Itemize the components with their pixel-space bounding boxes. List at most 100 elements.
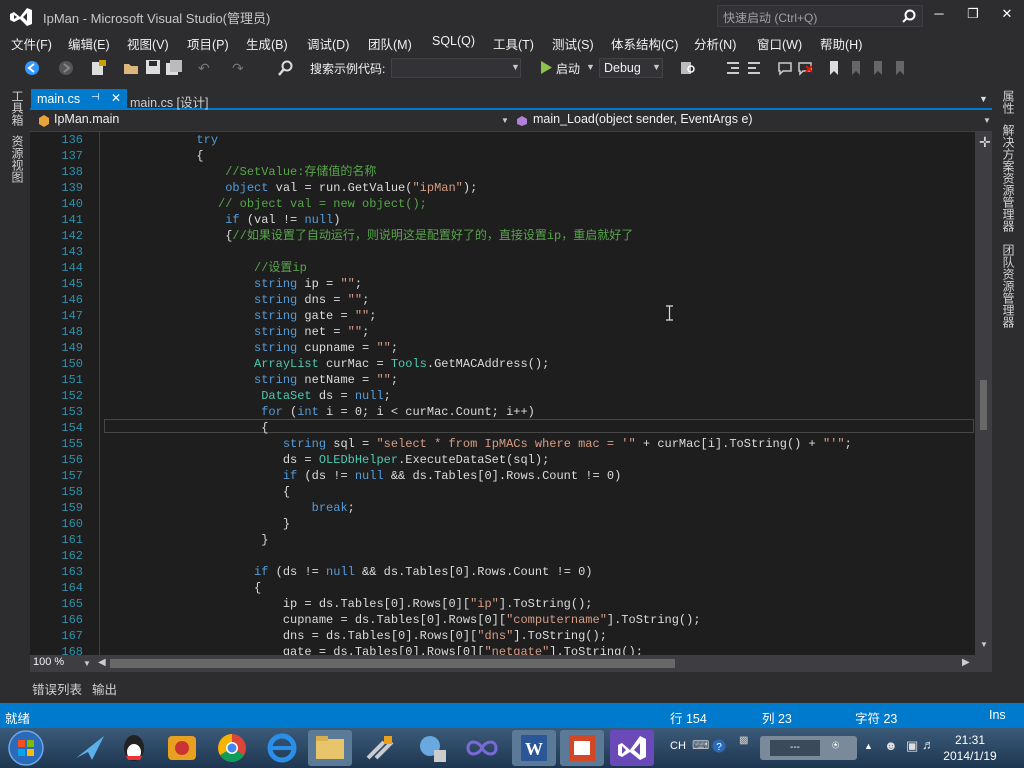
chevron-down-icon[interactable]: ▼ [586,62,595,78]
restore-icon[interactable]: ❐ [962,6,984,24]
chevron-down-icon[interactable]: ▼ [511,62,520,78]
open-file-icon[interactable] [123,60,139,76]
menu-build[interactable]: 生成(B) [246,34,288,53]
toolbox-tab[interactable]: 工具箱 [9,90,26,126]
menu-debug[interactable]: 调试(D) [307,34,349,53]
uncomment-icon[interactable] [797,60,813,76]
powerpoint-icon[interactable] [560,730,604,766]
redo-icon[interactable]: ↷ [232,60,244,76]
start-button-icon[interactable] [6,729,46,767]
code-line[interactable]: DataSet ds = null; [110,388,391,404]
code-line[interactable]: ArrayList curMac = Tools.GetMACAddress()… [110,356,549,372]
code-line[interactable]: ds = OLEDbHelper.ExecuteDataSet(sql); [110,452,549,468]
menu-view[interactable]: 视图(V) [127,34,169,53]
save-all-icon[interactable] [166,60,182,76]
code-line[interactable]: try [110,132,218,148]
code-line[interactable]: string ip = ""; [110,276,362,292]
code-line[interactable]: dns = ds.Tables[0].Rows[0]["dns"].ToStri… [110,628,607,644]
code-line[interactable]: if (val != null) [110,212,340,228]
scroll-right-icon[interactable]: ▶ [962,657,970,668]
app-icon[interactable] [160,730,204,766]
class-dropdown[interactable]: IpMan.main [54,112,504,131]
qq-app-icon[interactable] [112,730,156,766]
forward-icon[interactable] [58,60,74,76]
bookmark-icon[interactable] [829,61,839,75]
file-explorer-icon[interactable] [308,730,352,766]
chevron-down-icon[interactable]: ▼ [652,62,661,78]
code-line[interactable]: for (int i = 0; i < curMac.Count; i++) [110,404,535,420]
code-line[interactable]: ip = ds.Tables[0].Rows[0]["ip"].ToString… [110,596,593,612]
prev-bookmark-icon[interactable] [850,61,864,75]
menu-architecture[interactable]: 体系结构(C) [611,34,678,53]
input-language[interactable]: CH [670,740,686,752]
code-line[interactable]: if (ds != null && ds.Tables[0].Rows.Coun… [110,468,621,484]
split-icon[interactable]: ✛ [979,134,991,151]
start-button[interactable]: 启动 [556,60,580,76]
power-plug-icon[interactable]: ⍟ [832,738,839,753]
code-line[interactable]: } [110,532,268,548]
clear-bookmarks-icon[interactable] [894,61,908,75]
solution-explorer-tab[interactable]: 解决方案资源管理器 [1000,124,1017,232]
code-line[interactable]: string netName = ""; [110,372,398,388]
code-line[interactable]: //SetValue:存储值的名称 [110,164,376,180]
menu-tools[interactable]: 工具(T) [493,34,534,53]
code-line[interactable]: { [110,580,261,596]
tab-overflow-icon[interactable]: ▼ [979,94,988,104]
find-icon[interactable] [278,60,294,76]
indent-icon[interactable] [725,60,741,76]
next-bookmark-icon[interactable] [872,61,886,75]
tab-error-list[interactable]: 错误列表 [32,679,82,698]
chevron-down-icon[interactable]: ▼ [501,116,509,125]
menu-project[interactable]: 项目(P) [187,34,229,53]
code-line[interactable]: string dns = ""; [110,292,369,308]
word-icon[interactable]: W [512,730,556,766]
chevron-down-icon[interactable]: ▼ [83,659,91,668]
code-line[interactable]: cupname = ds.Tables[0].Rows[0]["computer… [110,612,701,628]
help-icon[interactable]: ? [712,739,726,753]
network-app-icon[interactable] [410,730,454,766]
save-icon[interactable] [146,60,160,74]
menu-help[interactable]: 帮助(H) [820,34,862,53]
code-line[interactable]: string cupname = ""; [110,340,398,356]
visual-studio-icon[interactable] [460,730,504,766]
code-line[interactable]: object val = run.GetValue("ipMan"); [110,180,477,196]
code-line[interactable]: string gate = ""; [110,308,376,324]
input-method-indicator[interactable]: --- [770,740,820,756]
code-line[interactable]: string sql = "select * from IpMACs where… [110,436,852,452]
code-editor[interactable]: ✛ ▼ 136 try 137 {138 //SetValue:存储值的名称 139… [30,132,992,655]
show-hidden-icons-icon[interactable]: ▲ [864,741,873,751]
member-dropdown[interactable]: main_Load(object sender, EventArgs e) [533,112,983,131]
code-line[interactable]: //设置ip [110,260,307,276]
menu-file[interactable]: 文件(F) [11,34,52,53]
tab-output[interactable]: 输出 [92,679,117,698]
close-icon[interactable]: ✕ [996,6,1018,24]
visual-studio-2012-icon[interactable] [610,730,654,766]
network-icon[interactable]: ▣ [906,738,918,754]
keyboard-icon[interactable]: ⌨ [692,738,709,752]
code-line[interactable]: { [110,420,268,436]
pin-icon[interactable]: ⊣ [91,92,100,103]
menu-analyze[interactable]: 分析(N) [694,34,736,53]
minimize-icon[interactable]: ─ [928,6,950,24]
scroll-down-icon[interactable]: ▼ [980,640,988,649]
code-line[interactable]: gate = ds.Tables[0].Rows[0]["netgate"].T… [110,644,643,655]
new-project-icon[interactable] [90,60,106,76]
code-line[interactable]: {//如果设置了自动运行，则说明这是配置好了的，直接设置ip，重启就好了 [110,228,633,244]
tray-options-icon[interactable]: ▩ [739,735,748,746]
feiq-app-icon[interactable] [68,730,112,766]
horizontal-scroll-thumb[interactable] [110,659,675,668]
close-tab-icon[interactable]: ✕ [111,91,121,105]
tab-main-cs-design[interactable]: main.cs [设计] [126,89,213,110]
resource-view-tab[interactable]: 资源视图 [9,135,26,183]
quick-launch-input[interactable]: 快速启动 (Ctrl+Q) [717,5,923,27]
code-line[interactable]: // object val = new object(); [110,196,427,212]
menu-edit[interactable]: 编辑(E) [68,34,110,53]
team-explorer-tab[interactable]: 团队资源管理器 [1000,244,1017,328]
tools-app-icon[interactable] [358,730,402,766]
code-line[interactable]: } [110,516,290,532]
comment-icon[interactable] [777,60,793,76]
tab-main-cs[interactable]: main.cs ⊣ ✕ [31,89,127,110]
chrome-icon[interactable] [210,730,254,766]
back-icon[interactable] [24,60,40,76]
code-line[interactable]: string net = ""; [110,324,369,340]
